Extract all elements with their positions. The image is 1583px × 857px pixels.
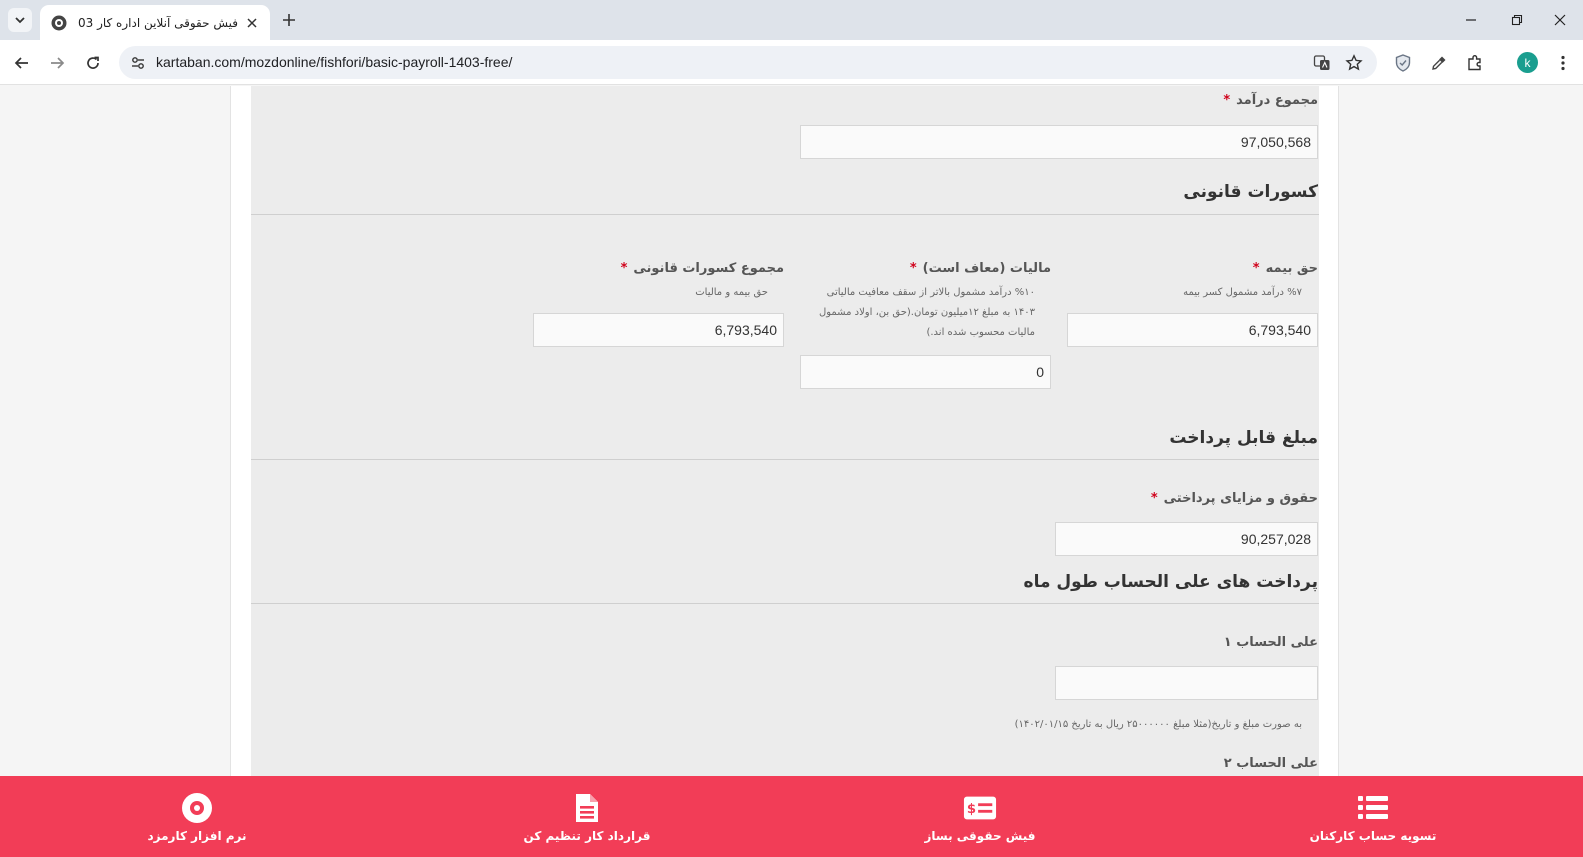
insurance-hint: %۷ درآمد مشمول کسر بیمه xyxy=(1183,287,1302,298)
employee-settlement-label: تسویه حساب کارکنان xyxy=(1309,828,1437,843)
chevron-down-icon xyxy=(15,17,25,24)
close-window-button[interactable] xyxy=(1550,10,1570,30)
advance-2-label: علی الحساب ۲ xyxy=(1223,756,1318,771)
arrow-left-icon xyxy=(14,57,28,69)
tab-title: فیش حقوقی آنلاین اداره کار 1403 xyxy=(78,15,238,30)
insurance-field[interactable]: 6,793,540 xyxy=(1067,313,1318,347)
site-settings-icon[interactable] xyxy=(128,53,148,73)
plus-icon xyxy=(283,14,295,26)
advances-title: پرداخت های علی الحساب طول ماه xyxy=(1023,572,1318,592)
advance-1-field[interactable] xyxy=(1055,666,1318,700)
commission-software-link[interactable]: نرم افزار کارمزد xyxy=(67,776,327,857)
bottom-action-bar: تسویه حساب کارکنان $ فیش حقوقی بساز قرار… xyxy=(0,776,1583,857)
dollar-sign-glyph: $ xyxy=(967,802,976,817)
required-asterisk: * xyxy=(620,261,628,276)
total-deductions-label: مجموع کسورات قانونی* xyxy=(620,261,784,276)
new-tab-button[interactable] xyxy=(278,9,300,31)
money-bill-icon: $ xyxy=(963,791,997,825)
salary-field[interactable]: 90,257,028 xyxy=(1055,522,1318,556)
make-payslip-label: فیش حقوقی بساز xyxy=(924,828,1036,843)
arrow-right-icon xyxy=(51,57,65,69)
back-button[interactable] xyxy=(10,51,34,75)
payable-title: مبلغ قابل پرداخت xyxy=(1169,428,1318,448)
bookmark-star-icon[interactable] xyxy=(1343,52,1365,74)
profile-avatar[interactable]: k xyxy=(1517,52,1538,73)
document-icon xyxy=(570,791,604,825)
commission-software-label: نرم افزار کارمزد xyxy=(147,828,247,843)
required-asterisk: * xyxy=(909,261,917,276)
active-tab[interactable]: فیش حقوقی آنلاین اداره کار 1403 xyxy=(40,5,270,40)
total-income-label: مجموع درآمد* xyxy=(1223,93,1318,108)
payroll-form xyxy=(251,86,1319,857)
forward-button[interactable] xyxy=(45,51,69,75)
address-bar[interactable]: kartaban.com/mozdonline/fishfori/basic-p… xyxy=(119,46,1377,79)
total-income-field[interactable]: 97,050,568 xyxy=(800,125,1318,159)
list-icon xyxy=(1356,791,1390,825)
tax-field[interactable]: 0 xyxy=(800,355,1051,389)
employment-contract-label: قرارداد کار تنظیم کن xyxy=(523,828,651,843)
tab-strip: فیش حقوقی آنلاین اداره کار 1403 xyxy=(0,0,1583,40)
disc-icon xyxy=(180,791,214,825)
page-viewport: مجموع درآمد* 97,050,568 کسورات قانونی حق… xyxy=(0,86,1583,857)
minimize-button[interactable] xyxy=(1461,10,1481,30)
tax-hint-line-1: %۱۰ درآمد مشمول بالاتر از سقف معافیت مال… xyxy=(826,287,1035,298)
tax-hint-line-2: ۱۴۰۳ به مبلغ ۱۲میلیون تومان.(حق بن، اولا… xyxy=(818,307,1035,318)
total-deductions-field[interactable]: 6,793,540 xyxy=(533,313,784,347)
required-asterisk: * xyxy=(1150,491,1158,506)
site-logo-icon xyxy=(51,15,67,30)
advance-1-label: علی الحساب ۱ xyxy=(1223,635,1318,650)
make-payslip-link[interactable]: $ فیش حقوقی بساز xyxy=(850,776,1110,857)
more-vertical-icon xyxy=(1561,55,1565,71)
extensions-puzzle-icon[interactable] xyxy=(1463,51,1487,75)
section-divider xyxy=(251,214,1319,215)
legal-deductions-title: کسورات قانونی xyxy=(1183,182,1318,202)
required-asterisk: * xyxy=(1252,261,1260,276)
browser-menu-button[interactable] xyxy=(1551,51,1575,75)
close-icon xyxy=(247,17,257,28)
advance-1-hint: به صورت مبلغ و تاریخ(مثلا مبلغ ۲۵۰۰۰۰۰۰ … xyxy=(1014,719,1302,730)
tax-hint-line-3: مالیات محسوب شده اند.) xyxy=(926,327,1035,338)
shield-extension-icon[interactable] xyxy=(1391,51,1415,75)
restore-button[interactable] xyxy=(1507,10,1527,30)
reload-icon xyxy=(87,56,99,69)
reload-button[interactable] xyxy=(81,51,105,75)
employee-settlement-link[interactable]: تسویه حساب کارکنان xyxy=(1243,776,1503,857)
tax-label: مالیات (معاف است)* xyxy=(909,261,1051,276)
tab-search-button[interactable] xyxy=(8,8,32,32)
translate-icon[interactable] xyxy=(1311,52,1333,74)
minimize-icon xyxy=(1466,19,1476,21)
section-divider xyxy=(251,459,1319,460)
url-text: kartaban.com/mozdonline/fishfori/basic-p… xyxy=(156,54,513,70)
required-asterisk: * xyxy=(1223,93,1231,108)
tab-close-button[interactable] xyxy=(244,15,260,31)
employment-contract-link[interactable]: قرارداد کار تنظیم کن xyxy=(457,776,717,857)
restore-icon xyxy=(1511,14,1523,26)
eyedropper-extension-icon[interactable] xyxy=(1427,51,1451,75)
close-icon xyxy=(1554,14,1566,26)
total-deductions-hint: حق بیمه و مالیات xyxy=(695,287,768,298)
section-divider xyxy=(251,603,1319,604)
tax-hint: %۱۰ درآمد مشمول بالاتر از سقف معافیت مال… xyxy=(795,283,1035,343)
browser-toolbar: kartaban.com/mozdonline/fishfori/basic-p… xyxy=(0,40,1583,85)
salary-label: حقوق و مزایای پرداختی* xyxy=(1150,491,1318,506)
insurance-label: حق بیمه* xyxy=(1252,261,1318,276)
